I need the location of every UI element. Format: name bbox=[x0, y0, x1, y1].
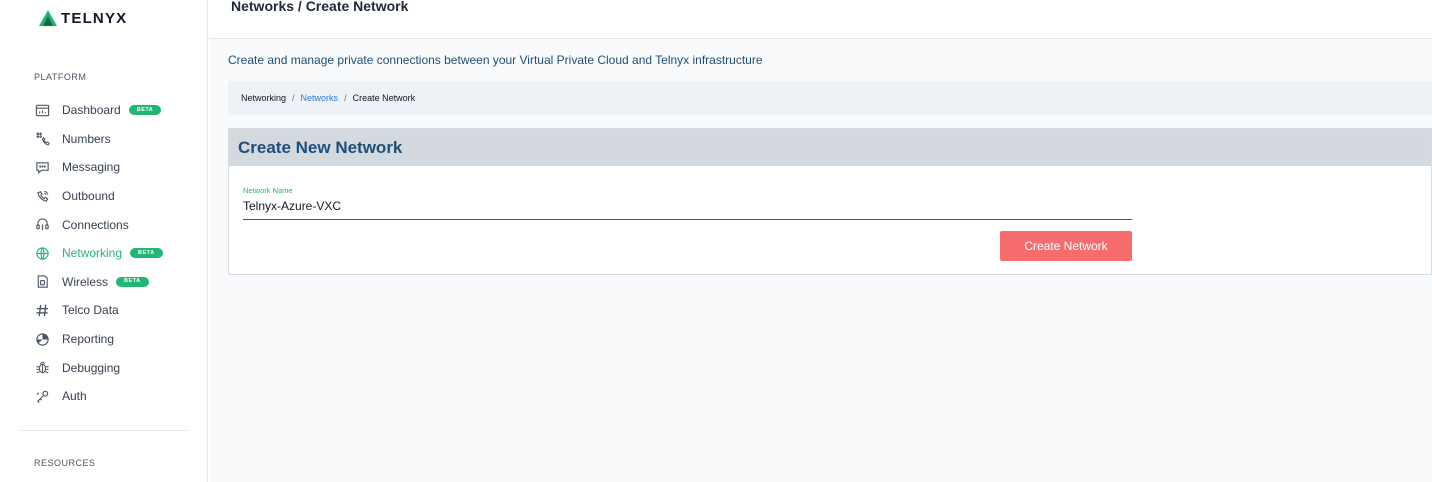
sidebar-nav: Dashboard BETA Numbers Messaging Outboun… bbox=[0, 96, 207, 411]
main-content: Create and manage private connections be… bbox=[209, 39, 1432, 482]
sidebar-item-networking[interactable]: Networking BETA bbox=[0, 239, 207, 268]
sidebar-item-label: Dashboard bbox=[62, 103, 121, 118]
breadcrumb-item-create-network: Create Network bbox=[352, 93, 416, 103]
platform-section-label: PLATFORM bbox=[34, 72, 87, 82]
page-title: Networks / Create Network bbox=[231, 0, 409, 14]
sidebar-item-label: Telco Data bbox=[62, 303, 119, 318]
sidebar-item-label: Debugging bbox=[62, 360, 121, 375]
network-name-label: Network Name bbox=[243, 186, 293, 195]
sidebar-item-dashboard[interactable]: Dashboard BETA bbox=[0, 96, 207, 125]
numbers-icon bbox=[34, 131, 50, 147]
breadcrumb-item-networks[interactable]: Networks bbox=[301, 93, 339, 103]
sidebar-item-label: Auth bbox=[62, 389, 87, 404]
breadcrumb-separator: / bbox=[292, 93, 295, 103]
beta-badge: BETA bbox=[128, 105, 162, 116]
card-title: Create New Network bbox=[238, 137, 403, 157]
sidebar-item-label: Reporting bbox=[62, 332, 115, 347]
breadcrumb-item-networking[interactable]: Networking bbox=[241, 93, 286, 103]
sidebar-item-debugging[interactable]: Debugging bbox=[0, 353, 207, 382]
telnyx-logo-icon bbox=[39, 10, 57, 26]
sidebar-item-messaging[interactable]: Messaging bbox=[0, 153, 207, 182]
hash-icon bbox=[34, 302, 50, 318]
sidebar-item-label: Wireless bbox=[62, 274, 109, 289]
sidebar-item-auth[interactable]: Auth bbox=[0, 382, 207, 411]
telnyx-logo[interactable]: TELNYX bbox=[38, 9, 127, 27]
sidebar-item-label: Messaging bbox=[62, 160, 121, 175]
sidebar-item-label: Networking bbox=[62, 246, 123, 261]
breadcrumb-separator: / bbox=[344, 93, 347, 103]
create-network-button[interactable]: Create Network bbox=[1000, 231, 1132, 261]
sidebar-item-telco-data[interactable]: Telco Data bbox=[0, 296, 207, 325]
resources-section-label: RESOURCES bbox=[34, 458, 96, 468]
sidebar-item-label: Outbound bbox=[62, 189, 115, 204]
card-header: Create New Network bbox=[229, 129, 1431, 166]
networking-icon bbox=[34, 245, 50, 261]
sidebar: TELNYX PLATFORM Dashboard BETA Numbers M… bbox=[0, 0, 208, 482]
top-bar: Networks / Create Network bbox=[209, 0, 1432, 39]
connections-icon bbox=[34, 217, 50, 233]
network-name-input[interactable] bbox=[243, 198, 1132, 220]
page-description: Create and manage private connections be… bbox=[228, 53, 763, 67]
sidebar-item-reporting[interactable]: Reporting bbox=[0, 325, 207, 354]
sidebar-divider bbox=[20, 430, 188, 431]
pie-chart-icon bbox=[34, 331, 50, 347]
brand-name: TELNYX bbox=[61, 9, 128, 27]
network-name-field: Network Name bbox=[243, 186, 1132, 220]
dashboard-icon bbox=[34, 102, 50, 118]
sidebar-item-connections[interactable]: Connections bbox=[0, 210, 207, 239]
phone-icon bbox=[34, 188, 50, 204]
sidebar-item-outbound[interactable]: Outbound bbox=[0, 182, 207, 211]
sidebar-item-label: Connections bbox=[62, 217, 129, 232]
breadcrumb: Networking / Networks / Create Network bbox=[228, 81, 1432, 115]
sidebar-item-label: Numbers bbox=[62, 131, 111, 146]
bug-icon bbox=[34, 360, 50, 376]
key-icon bbox=[34, 388, 50, 404]
beta-badge: BETA bbox=[130, 248, 163, 259]
messaging-icon bbox=[34, 159, 50, 175]
beta-badge: BETA bbox=[116, 276, 149, 287]
sidebar-item-numbers[interactable]: Numbers bbox=[0, 125, 207, 154]
create-network-card: Create New Network Network Name Create N… bbox=[228, 128, 1432, 275]
sim-card-icon bbox=[34, 274, 50, 290]
sidebar-item-wireless[interactable]: Wireless BETA bbox=[0, 268, 207, 297]
